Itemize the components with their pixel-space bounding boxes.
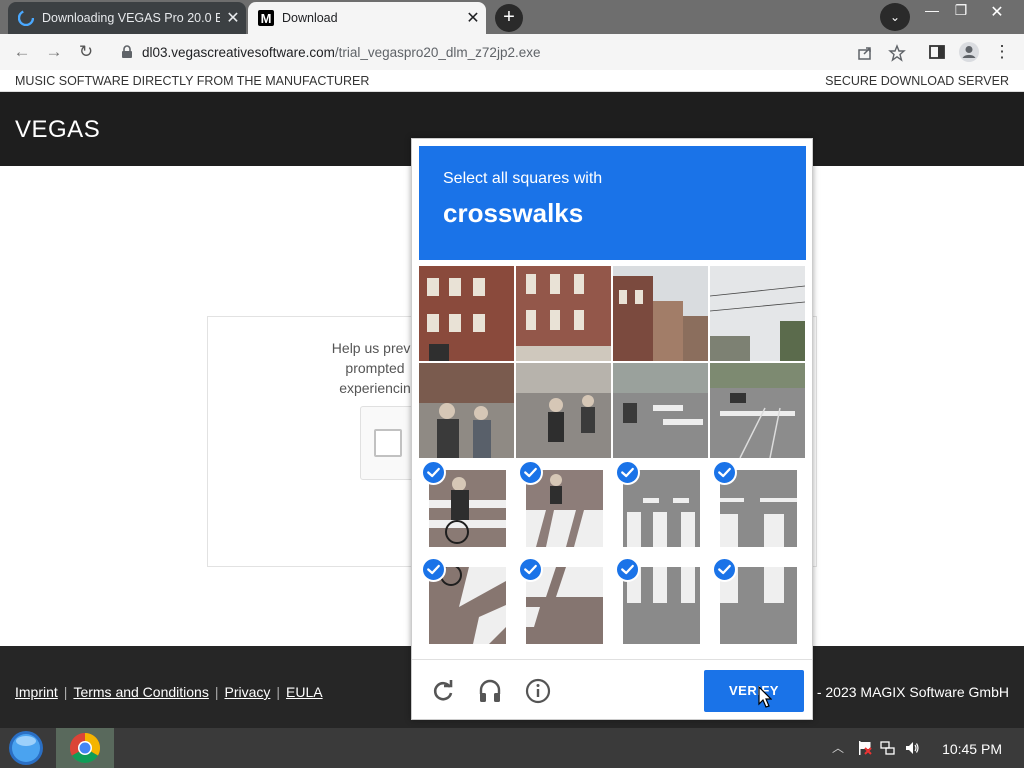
vegas-favicon-icon (18, 10, 34, 26)
mouse-cursor-icon (758, 686, 772, 708)
image-tile[interactable] (710, 363, 805, 458)
selected-check-icon (421, 460, 446, 485)
challenge-prompt: Select all squares with (443, 170, 603, 187)
share-icon[interactable] (856, 44, 874, 62)
tab-download[interactable]: M Download ✕ (248, 2, 486, 34)
profile-avatar-icon[interactable] (958, 41, 980, 63)
audio-challenge-headphones-icon[interactable] (477, 678, 503, 704)
side-panel-icon[interactable] (928, 43, 946, 61)
tab-strip: Downloading VEGAS Pro 20.0 Bu ✕ M Downlo… (0, 0, 1024, 34)
taskbar: ︿ 10:45 PM (0, 728, 1024, 768)
restore-icon[interactable]: ❐ (944, 2, 978, 19)
reload-icon[interactable]: ↻ (74, 40, 98, 64)
image-tile-grid (419, 266, 806, 653)
more-menu-icon[interactable]: ⋮ (990, 40, 1014, 64)
challenge-footer: VERIFY (412, 659, 812, 719)
medium-favicon-icon: M (258, 10, 274, 26)
image-tile[interactable] (516, 266, 611, 361)
selected-check-icon (615, 460, 640, 485)
new-tab-button[interactable]: + (495, 4, 523, 32)
tab-title: Downloading VEGAS Pro 20.0 Bu (42, 11, 220, 25)
volume-icon[interactable] (904, 740, 920, 756)
info-icon[interactable] (525, 678, 551, 704)
separator: | (63, 684, 68, 700)
separator: | (214, 684, 219, 700)
image-tile[interactable] (613, 266, 708, 361)
challenge-header: Select all squares with crosswalks (419, 146, 806, 260)
vegas-logo[interactable]: VEGAS (15, 116, 100, 144)
network-icon[interactable] (880, 740, 896, 756)
secure-server-label: SECURE DOWNLOAD SERVER (825, 74, 1009, 88)
imprint-link[interactable]: Imprint (15, 684, 58, 700)
verify-button[interactable]: VERIFY (704, 670, 804, 712)
image-tile[interactable] (419, 363, 514, 458)
tab-title: Download (282, 11, 338, 25)
selected-check-icon (615, 557, 640, 582)
recaptcha-challenge: Select all squares with crosswalks VERIF… (411, 138, 813, 720)
lock-icon (122, 45, 132, 58)
tab-search-chevron-icon[interactable]: ⌄ (880, 3, 910, 31)
show-hidden-icons-chevron-icon[interactable]: ︿ (832, 740, 848, 756)
image-tile[interactable] (710, 266, 805, 361)
image-tile[interactable] (419, 266, 514, 361)
copyright-text: 3 - 2023 MAGIX Software GmbH (805, 684, 1009, 700)
tab-downloading-vegas[interactable]: Downloading VEGAS Pro 20.0 Bu ✕ (8, 2, 246, 34)
tab-close-icon[interactable]: ✕ (460, 8, 486, 28)
selected-check-icon (712, 557, 737, 582)
browser-toolbar: ← → ↻ dl03.vegascreativesoftware.com/tri… (0, 34, 1024, 70)
selected-check-icon (421, 557, 446, 582)
chrome-taskbar-button[interactable] (56, 728, 114, 768)
image-tile[interactable] (613, 363, 708, 458)
window-close-icon[interactable]: ✕ (980, 2, 1014, 22)
start-orb-icon[interactable] (6, 730, 46, 766)
not-robot-checkbox[interactable] (374, 429, 402, 457)
svg-text:M: M (261, 11, 272, 26)
separator: | (276, 684, 281, 700)
reload-challenge-icon[interactable] (430, 678, 456, 704)
back-arrow-icon[interactable]: ← (10, 40, 34, 64)
image-tile[interactable] (516, 363, 611, 458)
footer-links: Imprint | Terms and Conditions | Privacy… (15, 684, 323, 700)
top-info-bar: MUSIC SOFTWARE DIRECTLY FROM THE MANUFAC… (0, 70, 1024, 92)
tagline: MUSIC SOFTWARE DIRECTLY FROM THE MANUFAC… (15, 74, 370, 88)
chrome-icon (69, 733, 101, 764)
address-bar[interactable]: dl03.vegascreativesoftware.com/trial_veg… (108, 38, 918, 66)
action-center-flag-icon[interactable] (857, 740, 873, 756)
terms-link[interactable]: Terms and Conditions (73, 684, 208, 700)
selected-check-icon (518, 557, 543, 582)
challenge-keyword: crosswalks (443, 198, 584, 228)
forward-arrow-icon[interactable]: → (42, 40, 66, 64)
privacy-link[interactable]: Privacy (224, 684, 270, 700)
system-clock[interactable]: 10:45 PM (942, 741, 1002, 757)
bookmark-star-icon[interactable] (888, 44, 906, 62)
tab-close-icon[interactable]: ✕ (220, 8, 246, 28)
eula-link[interactable]: EULA (286, 684, 323, 700)
selected-check-icon (518, 460, 543, 485)
selected-check-icon (712, 460, 737, 485)
url-text: dl03.vegascreativesoftware.com/trial_veg… (142, 44, 541, 60)
